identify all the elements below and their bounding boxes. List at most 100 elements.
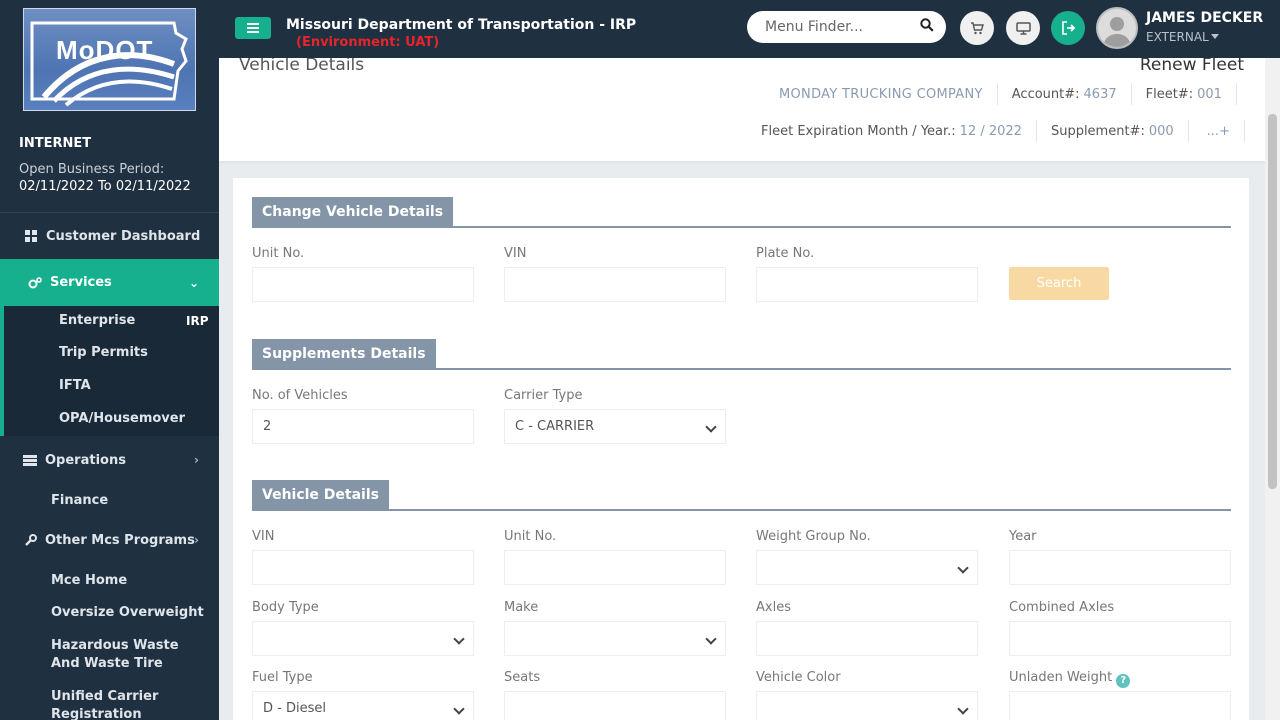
combined-axles-input[interactable] (1009, 621, 1231, 656)
submenu-item-opa-housemover[interactable]: OPA/Housemover (59, 411, 185, 426)
axles-label: Axles (756, 600, 791, 615)
unit-no-input[interactable] (504, 550, 726, 585)
sidebar-item-label: Mce Home (51, 572, 128, 588)
change-vehicle-heading: Change Vehicle Details (252, 197, 454, 228)
search-button[interactable]: Search (1009, 267, 1109, 300)
chevron-right-icon: › (194, 533, 199, 547)
more-info-link[interactable]: ...+ (1207, 124, 1230, 139)
vehicle-details-heading: Vehicle Details (252, 480, 389, 511)
make-label: Make (504, 600, 539, 615)
sidebar-item-customer-dashboard[interactable]: Customer Dashboard (0, 226, 219, 246)
body-type-select[interactable] (252, 621, 474, 656)
no-of-vehicles-label: No. of Vehicles (252, 388, 348, 403)
fleet-label: Fleet#: (1145, 86, 1194, 102)
vehicle-color-select[interactable] (756, 691, 978, 720)
supplement-value: 000 (1148, 123, 1174, 139)
menu-toggle-button[interactable] (235, 17, 271, 39)
unit-no-label: Unit No. (504, 529, 557, 544)
separator (1243, 120, 1245, 142)
sidebar-item-operations[interactable]: Operations › (0, 450, 219, 470)
cogs-icon (28, 276, 42, 290)
body-type-label: Body Type (252, 600, 319, 615)
account-value: 4637 (1083, 86, 1117, 102)
scrollbar-thumb[interactable] (1268, 114, 1277, 489)
cart-button[interactable] (960, 11, 994, 45)
sidebar-item-other-mcs-programs[interactable]: Other Mcs Programs › (0, 530, 219, 550)
dashboard-icon (24, 229, 38, 243)
separator (1235, 83, 1237, 105)
chevron-down-icon: ⌄ (188, 275, 199, 290)
section-divider (252, 226, 1231, 228)
fleet-info-row: MONDAY TRUCKING COMPANY Account#: 4637 F… (779, 83, 1251, 105)
user-role[interactable]: EXTERNAL (1146, 30, 1209, 44)
sidebar: INTERNET Open Business Period: 02/11/202… (0, 58, 219, 720)
help-icon[interactable]: ? (1116, 673, 1131, 688)
combined-axles-label: Combined Axles (1009, 600, 1115, 615)
fleet-summary-panel: Vehicle Details Renew Fleet MONDAY TRUCK… (219, 58, 1265, 161)
sidebar-item-label: Finance (51, 492, 109, 508)
sign-out-icon (1061, 21, 1075, 35)
section-divider (252, 368, 1231, 370)
cart-icon (971, 21, 984, 34)
fuel-type-select[interactable]: D - Diesel (252, 691, 474, 720)
modot-logo[interactable]: MoDOT (23, 8, 196, 111)
hamburger-icon (247, 27, 259, 29)
sidebar-item-finance[interactable]: Finance (0, 490, 219, 510)
fleet-value: 001 (1197, 86, 1222, 102)
weight-group-select[interactable] (756, 550, 978, 585)
submenu-item-trip-permits[interactable]: Trip Permits (59, 345, 148, 360)
make-select[interactable] (504, 621, 726, 656)
logo-text: MoDOT (56, 35, 154, 65)
sidebar-item-label: Hazardous Waste And Waste Tire (51, 638, 179, 671)
separator (996, 83, 998, 105)
vin-input[interactable] (252, 550, 474, 585)
sidebar-item-label: Customer Dashboard (46, 228, 201, 244)
sidebar-item-services[interactable]: Services ⌄ (0, 259, 219, 306)
change-plate-no-input[interactable] (756, 267, 978, 302)
wrench-icon (23, 533, 37, 547)
chevron-right-icon: › (194, 453, 199, 467)
weight-group-label: Weight Group No. (756, 529, 871, 544)
menu-finder[interactable] (747, 11, 946, 43)
sidebar-item-unified-carrier-registration[interactable]: Unified Carrier Registration (0, 687, 170, 720)
carrier-type-label: Carrier Type (504, 388, 583, 403)
sidebar-item-label: Unified Carrier Registration (51, 689, 159, 720)
caret-down-icon[interactable] (1211, 34, 1219, 39)
submenu-item-ifta[interactable]: IFTA (59, 378, 91, 393)
sidebar-item-label: Other Mcs Programs (45, 532, 195, 548)
submenu-item-enterprise[interactable]: Enterprise (59, 313, 135, 328)
irp-badge[interactable]: IRP (186, 314, 209, 328)
services-submenu: Enterprise IRP Trip Permits IFTA OPA/Hou… (0, 306, 219, 436)
expiration-label: Fleet Expiration Month / Year.: (761, 123, 956, 139)
sidebar-item-hazardous-waste[interactable]: Hazardous Waste And Waste Tire (0, 636, 200, 674)
seats-input[interactable] (504, 691, 726, 720)
sidebar-item-label: Oversize Overweight (51, 604, 204, 620)
display-button[interactable] (1006, 11, 1040, 45)
separator (1035, 120, 1037, 142)
year-input[interactable] (1009, 550, 1231, 585)
separator (1130, 83, 1132, 105)
menu-finder-input[interactable] (765, 19, 915, 35)
page-title: Vehicle Details (239, 58, 365, 75)
expiration-value: 12 / 2022 (959, 123, 1022, 139)
sidebar-item-label: Services (50, 275, 112, 290)
search-icon[interactable] (920, 18, 934, 36)
carrier-type-select[interactable]: C - CARRIER (504, 409, 726, 444)
plate-no-label: Plate No. (756, 246, 815, 261)
separator (1187, 120, 1189, 142)
sidebar-item-oversize-overweight[interactable]: Oversize Overweight (0, 602, 219, 622)
no-of-vehicles-input[interactable]: 2 (252, 409, 474, 444)
user-avatar[interactable] (1096, 7, 1138, 49)
sidebar-item-mce-home[interactable]: Mce Home (0, 570, 219, 590)
vin-label: VIN (504, 246, 527, 261)
change-unit-no-input[interactable] (252, 267, 474, 302)
operations-icon (23, 453, 37, 467)
user-name[interactable]: JAMES DECKER (1146, 10, 1263, 26)
monitor-icon (1015, 21, 1031, 35)
axles-input[interactable] (756, 621, 978, 656)
business-period-value: 02/11/2022 To 02/11/2022 (19, 179, 191, 194)
logout-button[interactable] (1051, 11, 1085, 45)
company-name: MONDAY TRUCKING COMPANY (779, 86, 983, 102)
change-vin-input[interactable] (504, 267, 726, 302)
unladen-weight-input[interactable] (1009, 691, 1231, 720)
